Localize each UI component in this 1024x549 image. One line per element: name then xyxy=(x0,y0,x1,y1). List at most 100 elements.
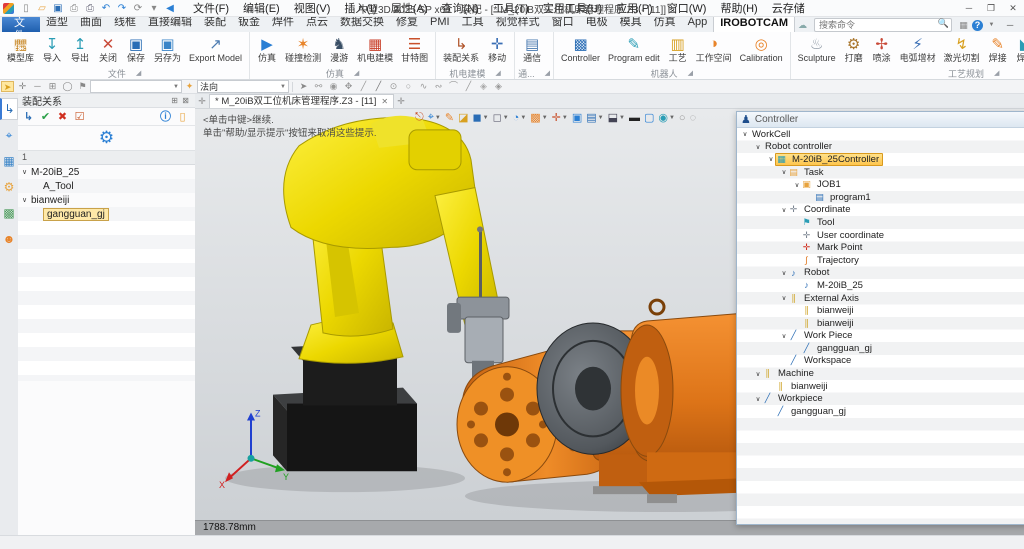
ribbon-tab-8[interactable]: 点云 xyxy=(300,15,334,31)
tree-item[interactable]: ♪M-20iB_25 xyxy=(737,279,1024,292)
ribbon-tab-10[interactable]: 修复 xyxy=(390,15,424,31)
expander-icon[interactable]: ∨ xyxy=(22,168,31,176)
ribbon-tab-11[interactable]: PMI xyxy=(424,15,456,31)
tree-item[interactable]: ∥bianweiji xyxy=(737,304,1024,317)
gantt-chart-button[interactable]: ☰甘特图 xyxy=(397,33,432,69)
expander-icon[interactable]: ∨ xyxy=(780,168,788,176)
laser-cut-button[interactable]: ↯激光切割 xyxy=(940,33,984,69)
dropdown-caret-icon[interactable]: ▾ xyxy=(147,2,161,15)
save-button[interactable]: ▣保存 xyxy=(122,33,150,69)
ribbon-tab-7[interactable]: 焊件 xyxy=(266,15,300,31)
shaded-cube-icon[interactable]: ◼▼ xyxy=(472,111,488,124)
export-model-button[interactable]: ↗Export Model xyxy=(185,33,246,69)
tree-item[interactable]: ∨WorkCell xyxy=(737,128,1024,141)
spray-button[interactable]: ✢喷涂 xyxy=(868,33,896,69)
confirm-icon[interactable]: ✔ xyxy=(38,110,53,124)
file-menu-button[interactable]: 文件(F) xyxy=(2,16,40,32)
csys-icon[interactable]: ⌖▼ xyxy=(428,111,441,124)
undo-icon[interactable]: ↶ xyxy=(99,2,113,15)
tree-item[interactable]: ∨▦M-20iB_25Controller xyxy=(737,153,1024,166)
line-icon[interactable]: ╱ xyxy=(357,81,370,92)
pick-remove-icon[interactable]: ─ xyxy=(31,81,44,92)
tree-item[interactable]: ∨▣JOB1 xyxy=(737,178,1024,191)
tree-item[interactable]: ✛Mark Point xyxy=(737,241,1024,254)
caret-down-icon[interactable]: ▼ xyxy=(985,20,998,31)
grid-menu-icon[interactable]: ▦ xyxy=(957,20,970,31)
apply-check-icon[interactable]: ☑ xyxy=(72,110,87,124)
workspace-button[interactable]: ◑工作空间 xyxy=(692,33,736,69)
scene-tab-icon[interactable]: ▩ xyxy=(0,202,18,224)
plot-icon[interactable]: ⎙ xyxy=(83,2,97,15)
drag-cross-icon[interactable]: ✥ xyxy=(342,81,355,92)
assembly-row[interactable]: ∨M-20iB_25 xyxy=(18,165,195,179)
voice-icon[interactable]: ◀ xyxy=(163,2,177,15)
calibration-button[interactable]: ◎Calibration xyxy=(736,33,787,69)
ribbon-tab-17[interactable]: 仿真 xyxy=(648,15,682,31)
tree-item[interactable]: ∨♪Robot xyxy=(737,267,1024,280)
ribbon-tab-14[interactable]: 窗口 xyxy=(546,15,580,31)
grinding-button[interactable]: ⚙打磨 xyxy=(840,33,868,69)
menu-item-7[interactable]: 工具(T) xyxy=(486,0,536,17)
arc-icon[interactable]: ⌒ xyxy=(447,81,460,92)
communication-button[interactable]: ▤通信 xyxy=(518,33,546,69)
tree-item[interactable]: ∨✛Coordinate xyxy=(737,204,1024,217)
tree-item[interactable]: ∥bianweiji xyxy=(737,380,1024,393)
menu-item-1[interactable]: 文件(F) xyxy=(186,0,236,17)
tree-item[interactable]: ∨╱Workpiece xyxy=(737,392,1024,405)
expander-icon[interactable]: ∨ xyxy=(780,269,788,277)
ribbon-tab-4[interactable]: 直接编辑 xyxy=(142,15,198,31)
save-icon[interactable]: ▣ xyxy=(51,2,65,15)
ribbon-tab-9[interactable]: 数据交换 xyxy=(334,15,390,31)
tree-item[interactable]: ⚑Tool xyxy=(737,216,1024,229)
ribbon-tab-12[interactable]: 工具 xyxy=(456,15,490,31)
mechatronic-tab-icon[interactable]: ⌖ xyxy=(0,124,18,146)
expander-icon[interactable]: ∨ xyxy=(780,332,788,340)
tree-item[interactable]: ∨∥External Axis xyxy=(737,292,1024,305)
tree-item[interactable]: ▤program1 xyxy=(737,191,1024,204)
face-alt-icon[interactable]: ◈ xyxy=(492,81,505,92)
exit-icon[interactable]: ⎋ xyxy=(415,111,424,124)
menu-item-3[interactable]: 视图(V) xyxy=(287,0,338,17)
expander-icon[interactable]: ∨ xyxy=(22,196,31,204)
menu-item-11[interactable]: 帮助(H) xyxy=(713,0,764,17)
tree-item[interactable]: ∫Trajectory xyxy=(737,254,1024,267)
gear-icon[interactable]: ⚙ xyxy=(99,128,114,148)
menu-item-4[interactable]: 插入(I) xyxy=(337,0,383,17)
sketch-icon[interactable]: ✎ xyxy=(445,111,454,124)
pick-flag-icon[interactable]: ⚑ xyxy=(76,81,89,92)
ribbon-tab-2[interactable]: 曲面 xyxy=(74,15,108,31)
expander-icon[interactable]: ∨ xyxy=(767,155,775,163)
bulb-icon[interactable]: ○ xyxy=(679,112,686,124)
restore-button[interactable]: ❐ xyxy=(980,1,1002,15)
circle-icon[interactable]: ○ xyxy=(402,81,415,92)
controller-panel[interactable]: ♟ Controller ∨WorkCell∨Robot controller∨… xyxy=(736,111,1024,525)
tree-item[interactable]: ∨╱Work Piece xyxy=(737,330,1024,343)
ribbon-tab-1[interactable]: 造型 xyxy=(40,15,74,31)
ribbon-tab-16[interactable]: 模具 xyxy=(614,15,648,31)
help-badge-icon[interactable]: ? xyxy=(972,20,983,31)
entity-filter-select[interactable]: ▼ xyxy=(90,80,182,93)
assembly-row[interactable]: ∨bianweiji xyxy=(18,193,195,207)
ribbon-tab-5[interactable]: 装配 xyxy=(198,15,232,31)
material-icon[interactable]: ▩▼ xyxy=(530,111,547,124)
ribbon-tab-19[interactable]: IROBOTCAM xyxy=(713,15,795,32)
link-icon[interactable]: ⚯ xyxy=(312,81,325,92)
snap-icon[interactable]: ✦ xyxy=(183,81,196,92)
tree-item[interactable]: ╱gangguan_gj xyxy=(737,342,1024,355)
bar-icon[interactable]: ▬ xyxy=(629,112,640,124)
panel-float-icon[interactable]: ⊞ xyxy=(169,96,180,105)
tree-item[interactable]: ╱gangguan_gj xyxy=(737,405,1024,418)
arrow-icon[interactable]: ➤ xyxy=(297,81,310,92)
constraint-tab-icon[interactable]: ↳ xyxy=(0,98,18,120)
group-expand-icon[interactable]: ◢ xyxy=(994,69,999,79)
process-button[interactable]: ▥工艺 xyxy=(664,33,692,69)
new-doc-icon[interactable]: ▯ xyxy=(19,2,33,15)
polyline-icon[interactable]: ∿ xyxy=(417,81,430,92)
simulate-button[interactable]: ▶仿真 xyxy=(253,33,281,69)
pick-add-icon[interactable]: ✛ xyxy=(16,81,29,92)
controller-panel-titlebar[interactable]: ♟ Controller xyxy=(737,112,1024,128)
group-expand-icon[interactable]: ◢ xyxy=(495,69,500,79)
ruler-icon[interactable]: ▤▼ xyxy=(586,111,603,124)
monitor-icon[interactable]: ⬓▼ xyxy=(608,111,625,124)
structure-tab-icon[interactable]: ▦ xyxy=(0,150,18,172)
